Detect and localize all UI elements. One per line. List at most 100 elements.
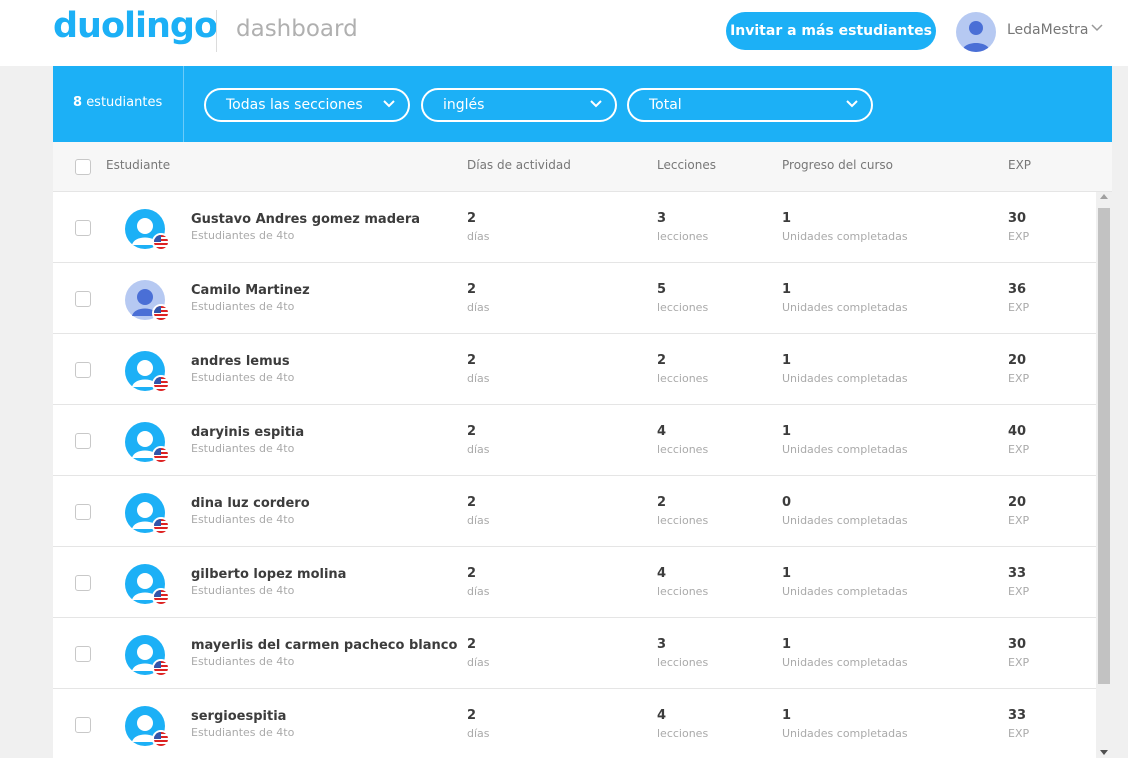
days-value: 2 <box>467 637 477 652</box>
period-dropdown[interactable]: Total <box>627 88 873 122</box>
progress-value: 1 <box>782 637 792 652</box>
lessons-unit: lecciones <box>657 301 709 314</box>
header-days[interactable]: Días de actividad <box>467 158 571 172</box>
student-name[interactable]: sergioespitia <box>191 709 286 724</box>
lessons-unit: lecciones <box>657 727 709 740</box>
us-flag-icon <box>152 446 170 464</box>
header-exp[interactable]: EXP <box>1008 158 1031 172</box>
avatar[interactable] <box>125 493 170 535</box>
progress-value: 1 <box>782 282 792 297</box>
progress-unit: Unidades completadas <box>782 301 908 314</box>
days-unit: días <box>467 443 490 456</box>
select-all-checkbox[interactable] <box>75 159 91 175</box>
progress-unit: Unidades completadas <box>782 656 908 669</box>
progress-unit: Unidades completadas <box>782 585 908 598</box>
student-name[interactable]: gilberto lopez molina <box>191 567 346 582</box>
table-row[interactable]: sergioespitia Estudiantes de 4to 2 días … <box>53 689 1096 758</box>
section-dropdown[interactable]: Todas las secciones <box>204 88 410 122</box>
row-checkbox[interactable] <box>75 433 91 449</box>
table-row[interactable]: dina luz cordero Estudiantes de 4to 2 dí… <box>53 476 1096 547</box>
student-name[interactable]: daryinis espitia <box>191 425 304 440</box>
invite-students-button[interactable]: Invitar a más estudiantes <box>726 12 936 50</box>
avatar[interactable] <box>125 706 170 748</box>
row-checkbox[interactable] <box>75 575 91 591</box>
header-lessons[interactable]: Lecciones <box>657 158 716 172</box>
scroll-up-arrow-icon[interactable] <box>1100 194 1108 199</box>
us-flag-icon <box>152 659 170 677</box>
lessons-value: 4 <box>657 424 667 439</box>
header-student[interactable]: Estudiante <box>106 158 170 172</box>
table-row[interactable]: mayerlis del carmen pacheco blanco Estud… <box>53 618 1096 689</box>
days-unit: días <box>467 372 490 385</box>
duolingo-logo[interactable]: duolingo <box>53 6 218 46</box>
days-unit: días <box>467 514 490 527</box>
avatar[interactable] <box>125 564 170 606</box>
table-row[interactable]: andres lemus Estudiantes de 4to 2 días 2… <box>53 334 1096 405</box>
exp-value: 33 <box>1008 708 1027 723</box>
row-checkbox[interactable] <box>75 646 91 662</box>
lessons-value: 2 <box>657 495 667 510</box>
exp-value: 20 <box>1008 353 1027 368</box>
student-section: Estudiantes de 4to <box>191 371 295 384</box>
student-name[interactable]: Camilo Martinez <box>191 283 310 298</box>
avatar[interactable] <box>125 280 170 322</box>
days-unit: días <box>467 230 490 243</box>
student-count-label: estudiantes <box>86 95 163 110</box>
lessons-unit: lecciones <box>657 443 709 456</box>
table-row[interactable]: Camilo Martinez Estudiantes de 4to 2 día… <box>53 263 1096 334</box>
student-section: Estudiantes de 4to <box>191 584 295 597</box>
scroll-down-arrow-icon[interactable] <box>1100 750 1108 755</box>
lessons-value: 5 <box>657 282 667 297</box>
student-name[interactable]: Gustavo Andres gomez madera <box>191 212 420 227</box>
username[interactable]: LedaMestra <box>1007 22 1088 38</box>
student-count-number: 8 <box>73 95 83 110</box>
lessons-value: 4 <box>657 566 667 581</box>
lessons-unit: lecciones <box>657 372 709 385</box>
lessons-unit: lecciones <box>657 230 709 243</box>
student-name[interactable]: mayerlis del carmen pacheco blanco <box>191 638 457 653</box>
row-checkbox[interactable] <box>75 291 91 307</box>
days-value: 2 <box>467 566 477 581</box>
avatar[interactable] <box>125 351 170 393</box>
lessons-value: 3 <box>657 211 667 226</box>
days-value: 2 <box>467 353 477 368</box>
dashboard-label: dashboard <box>236 16 358 42</box>
student-name[interactable]: dina luz cordero <box>191 496 310 511</box>
period-dropdown-value: Total <box>649 97 682 113</box>
language-dropdown-value: inglés <box>443 97 485 113</box>
student-section: Estudiantes de 4to <box>191 229 295 242</box>
exp-unit: EXP <box>1008 727 1030 740</box>
table-row[interactable]: Gustavo Andres gomez madera Estudiantes … <box>53 192 1096 263</box>
days-unit: días <box>467 301 490 314</box>
exp-value: 30 <box>1008 637 1027 652</box>
filter-divider <box>183 66 184 142</box>
row-checkbox[interactable] <box>75 717 91 733</box>
user-silhouette-icon <box>962 21 990 52</box>
progress-unit: Unidades completadas <box>782 443 908 456</box>
student-count: 8 estudiantes <box>73 95 162 110</box>
avatar[interactable] <box>125 635 170 677</box>
table-row[interactable]: daryinis espitia Estudiantes de 4to 2 dí… <box>53 405 1096 476</box>
lessons-unit: lecciones <box>657 656 709 669</box>
student-section: Estudiantes de 4to <box>191 655 295 668</box>
language-dropdown[interactable]: inglés <box>421 88 617 122</box>
exp-unit: EXP <box>1008 301 1030 314</box>
exp-value: 33 <box>1008 566 1027 581</box>
user-avatar[interactable] <box>956 12 996 52</box>
avatar[interactable] <box>125 422 170 464</box>
scroll-thumb[interactable] <box>1098 208 1110 684</box>
row-checkbox[interactable] <box>75 220 91 236</box>
student-section: Estudiantes de 4to <box>191 513 295 526</box>
student-name[interactable]: andres lemus <box>191 354 290 369</box>
us-flag-icon <box>152 233 170 251</box>
exp-unit: EXP <box>1008 372 1030 385</box>
header-progress[interactable]: Progreso del curso <box>782 158 893 172</box>
days-value: 2 <box>467 708 477 723</box>
row-checkbox[interactable] <box>75 504 91 520</box>
user-menu-chevron-icon[interactable] <box>1090 20 1104 38</box>
top-bar: duolingo dashboard Invitar a más estudia… <box>0 0 1128 66</box>
avatar[interactable] <box>125 209 170 251</box>
table-row[interactable]: gilberto lopez molina Estudiantes de 4to… <box>53 547 1096 618</box>
row-checkbox[interactable] <box>75 362 91 378</box>
scrollbar[interactable] <box>1096 192 1112 758</box>
